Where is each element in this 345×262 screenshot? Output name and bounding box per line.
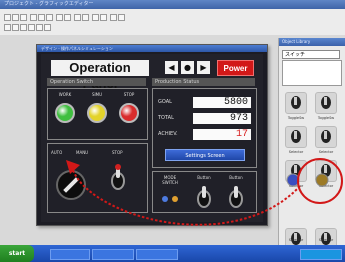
- production-status-panel: GOAL 5800 TOTAL 973 ACHIEV. 17 Settings …: [152, 88, 257, 168]
- palette-item-label: Selector: [318, 238, 334, 242]
- ellipse-tool-icon[interactable]: [28, 24, 35, 31]
- zoom-out-icon[interactable]: [82, 14, 89, 21]
- power-button[interactable]: Power: [217, 60, 254, 76]
- palette-item-label: Selector: [288, 150, 304, 154]
- rect-tool-icon[interactable]: [20, 24, 27, 31]
- align-icon[interactable]: [100, 14, 107, 21]
- open-icon[interactable]: [12, 14, 19, 21]
- palette-title: Object Library: [279, 38, 345, 46]
- new-icon[interactable]: [4, 14, 11, 21]
- palette-item[interactable]: [315, 92, 337, 114]
- line-tool-icon[interactable]: [12, 24, 19, 31]
- highlight-circle: [297, 158, 343, 204]
- operation-panel-window[interactable]: デザイン - 操作パネルシミュレーション Operation Panel ◀ ●…: [36, 44, 268, 226]
- editor-toolbar: [0, 9, 345, 36]
- taskbar-item[interactable]: [92, 249, 134, 260]
- stop-lamp-button[interactable]: [119, 103, 139, 123]
- home-button[interactable]: ●: [181, 61, 194, 74]
- paste-icon[interactable]: [46, 14, 53, 21]
- taskbar-item[interactable]: [136, 249, 178, 260]
- image-tool-icon[interactable]: [44, 24, 51, 31]
- palette-category-list[interactable]: [282, 60, 342, 86]
- palette-item[interactable]: [285, 126, 307, 148]
- simu-lamp-label: SIMU: [91, 92, 103, 97]
- stop-lamp-label: STOP: [123, 92, 135, 97]
- panel-body: Operation Panel ◀ ● ▶ Power Operation Sw…: [41, 54, 263, 222]
- simu-lamp-button[interactable]: [87, 103, 107, 123]
- select-tool-icon[interactable]: [4, 24, 11, 31]
- palette-item-label: Selector: [288, 238, 304, 242]
- start-button[interactable]: start: [0, 245, 34, 262]
- system-tray: [300, 249, 342, 260]
- text-tool-icon[interactable]: [36, 24, 43, 31]
- copy-icon[interactable]: [38, 14, 45, 21]
- achiev-value: 17: [193, 129, 251, 140]
- achiev-label: ACHIEV.: [158, 131, 178, 137]
- palette-item[interactable]: [285, 92, 307, 114]
- button1-lever-icon: [202, 186, 206, 198]
- goal-label: GOAL: [158, 99, 172, 105]
- grid-icon[interactable]: [92, 14, 99, 21]
- save-icon[interactable]: [20, 14, 27, 21]
- stop-icon[interactable]: [118, 14, 125, 21]
- palette-category-select[interactable]: スイッチ: [282, 50, 340, 59]
- taskbar-item[interactable]: [50, 249, 90, 260]
- total-value: 973: [193, 113, 251, 124]
- mode-blue-lamp[interactable]: [162, 196, 168, 202]
- mode-switch-group: MODE SWITCH Button Button: [152, 171, 257, 213]
- palette-item-label: ToggleSw: [317, 116, 335, 120]
- cut-icon[interactable]: [30, 14, 37, 21]
- object-palette-window[interactable]: Object Library スイッチ ToggleSw ToggleSw Se…: [278, 38, 345, 250]
- toggle-tip-icon: [115, 164, 121, 170]
- manu-label: MANU: [76, 150, 89, 155]
- goal-value: 5800: [193, 97, 251, 108]
- total-label: TOTAL: [158, 115, 174, 121]
- zoom-in-icon[interactable]: [74, 14, 81, 21]
- operation-switch-heading: Operation Switch: [47, 78, 146, 86]
- page-title: Operation Panel: [51, 60, 149, 91]
- palette-item-label: Selector: [318, 150, 334, 154]
- next-page-button[interactable]: ▶: [197, 61, 210, 74]
- work-lamp-button[interactable]: [55, 103, 75, 123]
- lamp-button-group: WORK SIMU STOP: [47, 88, 148, 140]
- stop-switch-label: STOP: [112, 150, 123, 155]
- undo-icon[interactable]: [56, 14, 63, 21]
- redo-icon[interactable]: [64, 14, 71, 21]
- button2-lever-icon: [234, 186, 238, 198]
- work-lamp-label: WORK: [58, 92, 72, 97]
- button1-label: Button: [197, 175, 211, 180]
- prev-page-button[interactable]: ◀: [165, 61, 178, 74]
- mode-switch-label: MODE SWITCH: [162, 175, 178, 185]
- mode-orange-lamp[interactable]: [172, 196, 178, 202]
- auto-label: AUTO: [51, 150, 63, 155]
- editor-title-bar: プロジェクト - グラフィックエディター: [0, 0, 345, 9]
- palette-item[interactable]: [315, 126, 337, 148]
- button2-label: Button: [229, 175, 243, 180]
- panel-window-title: デザイン - 操作パネルシミュレーション: [37, 45, 267, 52]
- palette-item-label: ToggleSw: [287, 116, 305, 120]
- settings-screen-button[interactable]: Settings Screen: [165, 149, 245, 161]
- production-status-heading: Production Status: [152, 78, 255, 86]
- run-icon[interactable]: [110, 14, 117, 21]
